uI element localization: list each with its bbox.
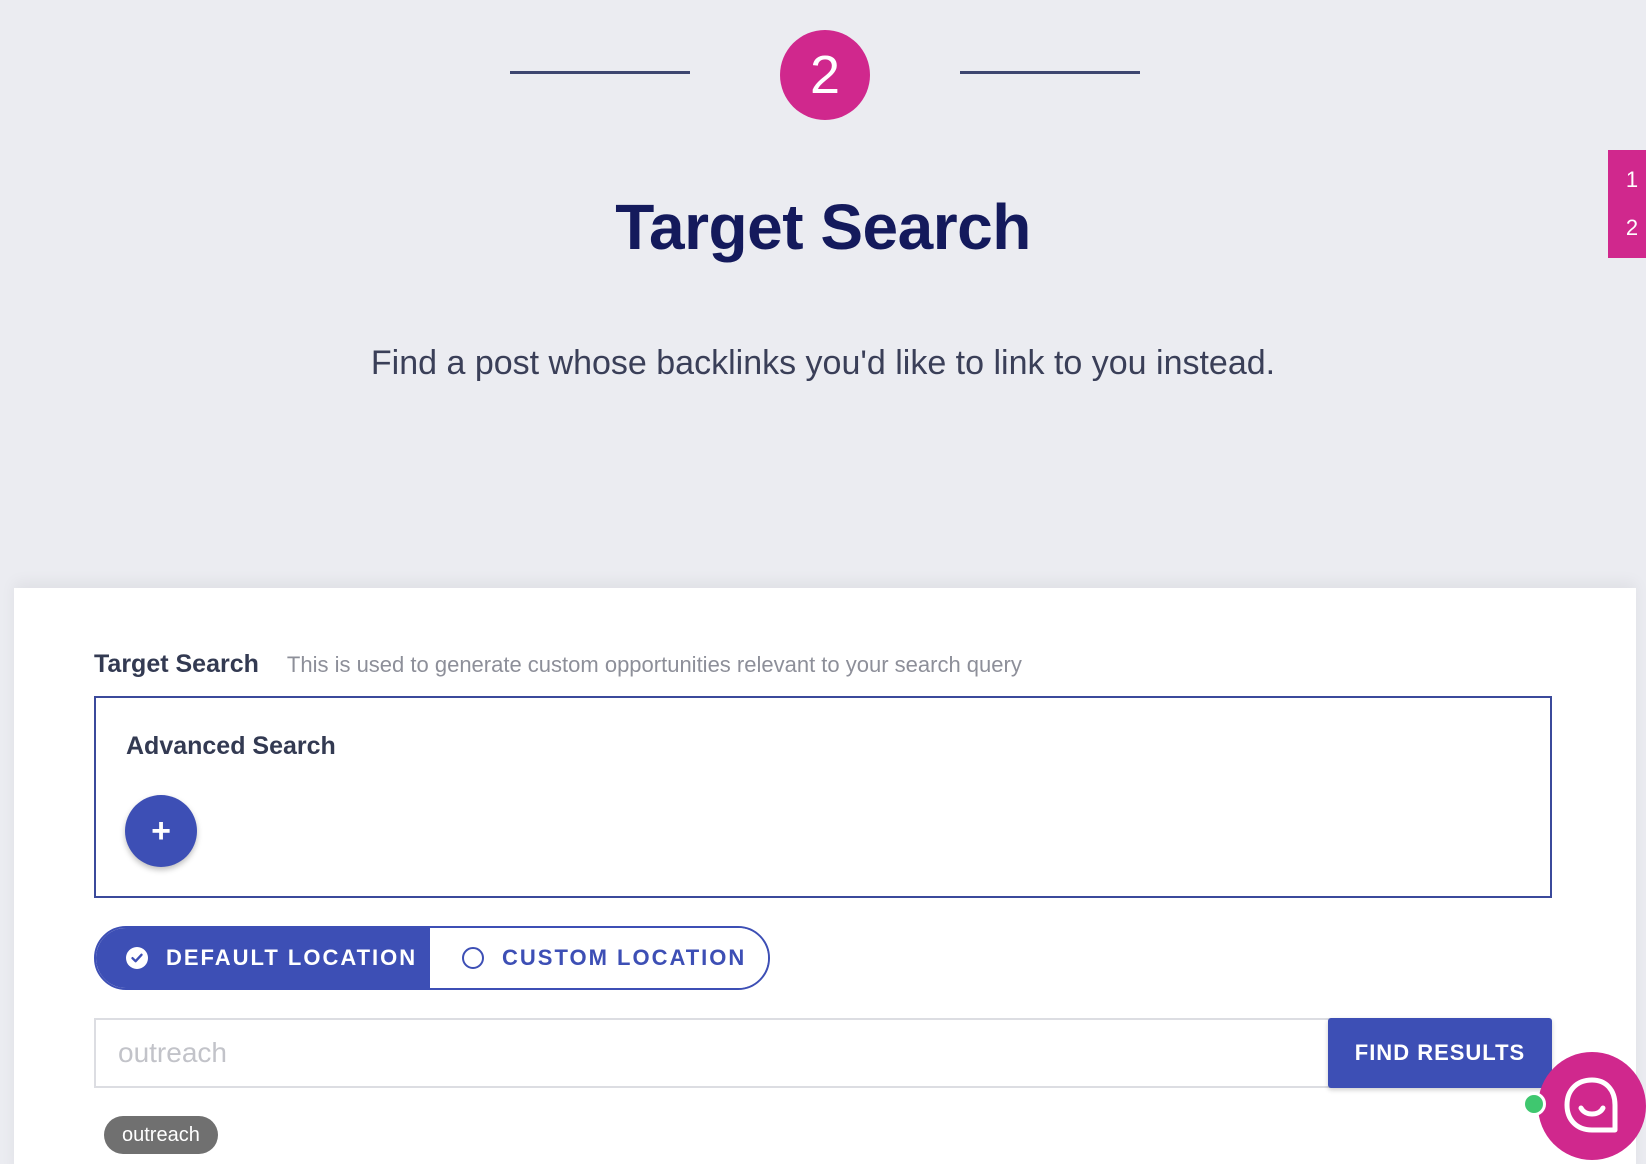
search-input[interactable] (94, 1018, 1334, 1088)
progress-stepper: 2 (0, 0, 1646, 120)
chat-bubble-icon (1564, 1077, 1618, 1133)
find-results-button[interactable]: FIND RESULTS (1328, 1018, 1552, 1088)
default-location-label: DEFAULT LOCATION (166, 945, 418, 970)
section-help-text: This is used to generate custom opportun… (286, 652, 1022, 677)
online-status-dot (1522, 1092, 1546, 1116)
add-filter-button[interactable]: + (125, 795, 197, 867)
location-toggle: DEFAULT LOCATION CUSTOM LOCATION (94, 926, 770, 990)
section-heading: Target Search This is used to generate c… (94, 650, 1022, 679)
advanced-search-title: Advanced Search (126, 732, 336, 760)
radio-empty-icon (462, 947, 484, 969)
custom-location-label: CUSTOM LOCATION (502, 945, 747, 970)
custom-location-option[interactable]: CUSTOM LOCATION (430, 928, 768, 988)
current-step-indicator: 2 (780, 30, 870, 120)
plus-icon: + (151, 811, 171, 850)
page-title: Target Search (615, 191, 1031, 263)
search-tag-chip[interactable]: outreach (104, 1116, 218, 1154)
page-subtitle: Find a post whose backlinks you'd like t… (370, 344, 1276, 382)
default-location-option[interactable]: DEFAULT LOCATION (96, 928, 430, 988)
search-row: FIND RESULTS (94, 1018, 1552, 1088)
section-label: Target Search (94, 650, 259, 678)
chat-widget-button[interactable] (1538, 1052, 1646, 1160)
search-tag-label: outreach (122, 1123, 200, 1146)
advanced-search-box: Advanced Search + (94, 696, 1552, 898)
check-circle-icon (126, 947, 148, 969)
target-search-panel: Target Search This is used to generate c… (14, 588, 1636, 1164)
stepper-line-right (960, 71, 1140, 74)
stepper-line-left (510, 71, 690, 74)
